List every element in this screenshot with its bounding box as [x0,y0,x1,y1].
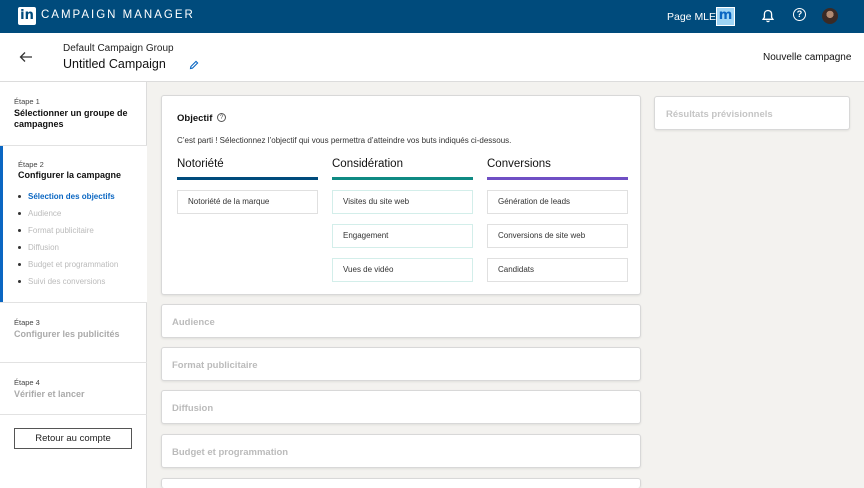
step-1-title: Sélectionner un groupe de campagnes [14,108,128,129]
app-title: CAMPAIGN MANAGER [41,9,195,21]
option-engagement[interactable]: Engagement [332,224,473,248]
step-4-title: Vérifier et lancer [14,389,85,399]
option-website-conversions[interactable]: Conversions de site web [487,224,628,248]
bell-icon[interactable] [761,9,775,23]
page-logo-icon[interactable]: m [716,7,735,26]
step-1[interactable]: Étape 1 Sélectionner un groupe de campag… [0,82,147,146]
column-consideration-heading: Considération [332,158,403,170]
section-ad-format-label: Format publicitaire [172,360,258,371]
top-navigation-bar: in CAMPAIGN MANAGER Page MLE m ? [0,0,864,33]
option-brand-awareness[interactable]: Notoriété de la marque [177,190,318,214]
step-4[interactable]: Étape 4 Vérifier et lancer [0,363,147,415]
page-name[interactable]: Page MLE [667,11,716,23]
section-placement-label: Diffusion [172,403,214,414]
steps-sidebar: Étape 1 Sélectionner un groupe de campag… [0,82,147,488]
active-step-indicator [0,146,3,302]
objective-card: Objectif ? C’est parti ! Sélectionnez l’… [161,95,641,295]
column-consideration-bar [332,177,473,180]
option-website-visits[interactable]: Visites du site web [332,190,473,214]
back-to-account-button[interactable]: Retour au compte [14,428,132,449]
option-video-views[interactable]: Vues de vidéo [332,258,473,282]
column-awareness-bar [177,177,318,180]
info-icon[interactable]: ? [217,113,226,122]
new-campaign-link[interactable]: Nouvelle campagne [763,52,851,63]
step-2-title: Configurer la campagne [18,170,122,180]
section-budget[interactable]: Budget et programmation [161,434,641,468]
step-3[interactable]: Étape 3 Configurer les publicités [0,303,147,363]
objective-title: Objectif [177,113,213,124]
forecast-title: Résultats prévisionnels [666,109,773,120]
option-job-applicants[interactable]: Candidats [487,258,628,282]
campaign-group-name: Default Campaign Group [63,43,174,54]
step-3-number: Étape 3 [14,318,40,327]
section-ad-format[interactable]: Format publicitaire [161,347,641,381]
section-placement[interactable]: Diffusion [161,390,641,424]
avatar[interactable] [822,8,838,24]
linkedin-logo-icon: in [18,7,36,25]
forecast-panel: Résultats prévisionnels [654,96,850,130]
section-next-partial [161,478,641,488]
section-budget-label: Budget et programmation [172,447,289,458]
step-2-number: Étape 2 [18,160,44,169]
campaign-header: Default Campaign Group Untitled Campaign… [0,33,864,82]
column-conversions: Conversions Génération de leads Conversi… [487,158,628,282]
pencil-edit-icon[interactable] [189,60,199,70]
section-audience-label: Audience [172,317,215,328]
column-conversions-bar [487,177,628,180]
step-2: Étape 2 Configurer la campagne Sélection… [0,146,147,303]
back-arrow-icon[interactable] [19,50,33,64]
column-consideration: Considération Visites du site web Engage… [332,158,473,282]
column-awareness-heading: Notoriété [177,158,224,170]
step-3-title: Configurer les publicités [14,329,120,339]
option-lead-generation[interactable]: Génération de leads [487,190,628,214]
column-awareness: Notoriété Notoriété de la marque [177,158,318,214]
column-conversions-heading: Conversions [487,158,551,170]
campaign-name: Untitled Campaign [63,57,166,71]
step-1-number: Étape 1 [14,97,40,106]
help-icon[interactable]: ? [793,8,806,21]
section-audience[interactable]: Audience [161,304,641,338]
step-4-number: Étape 4 [14,378,40,387]
objective-description: C’est parti ! Sélectionnez l’objectif qu… [177,136,512,145]
